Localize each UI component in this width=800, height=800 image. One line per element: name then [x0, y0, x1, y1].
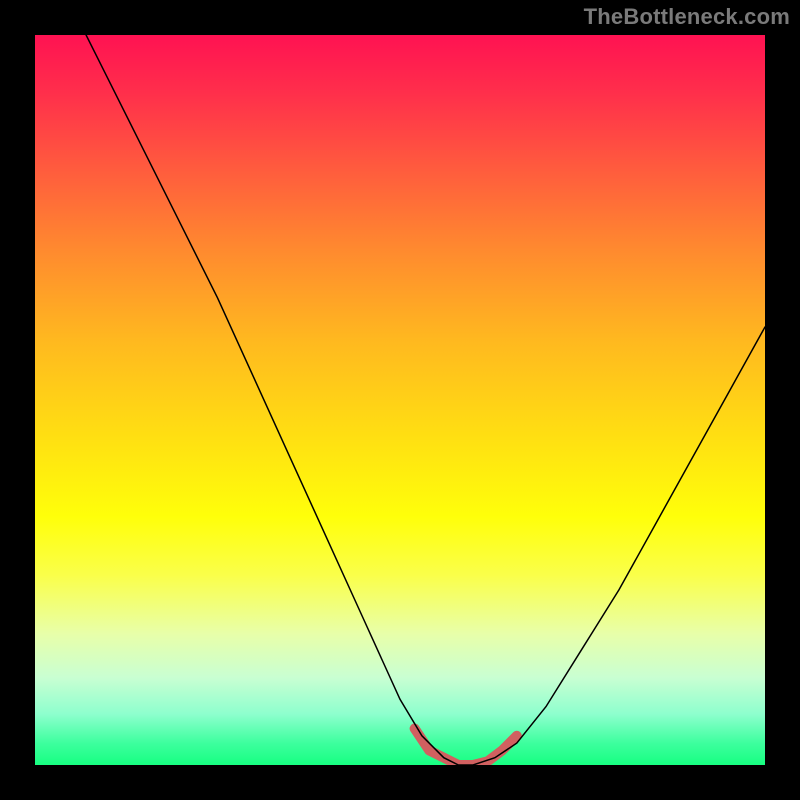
sweet-spot-highlight: [415, 729, 517, 766]
curve-svg: [35, 35, 765, 765]
attribution-label: TheBottleneck.com: [584, 4, 790, 30]
plot-area: [35, 35, 765, 765]
bottleneck-curve: [86, 35, 765, 765]
chart-stage: TheBottleneck.com: [0, 0, 800, 800]
